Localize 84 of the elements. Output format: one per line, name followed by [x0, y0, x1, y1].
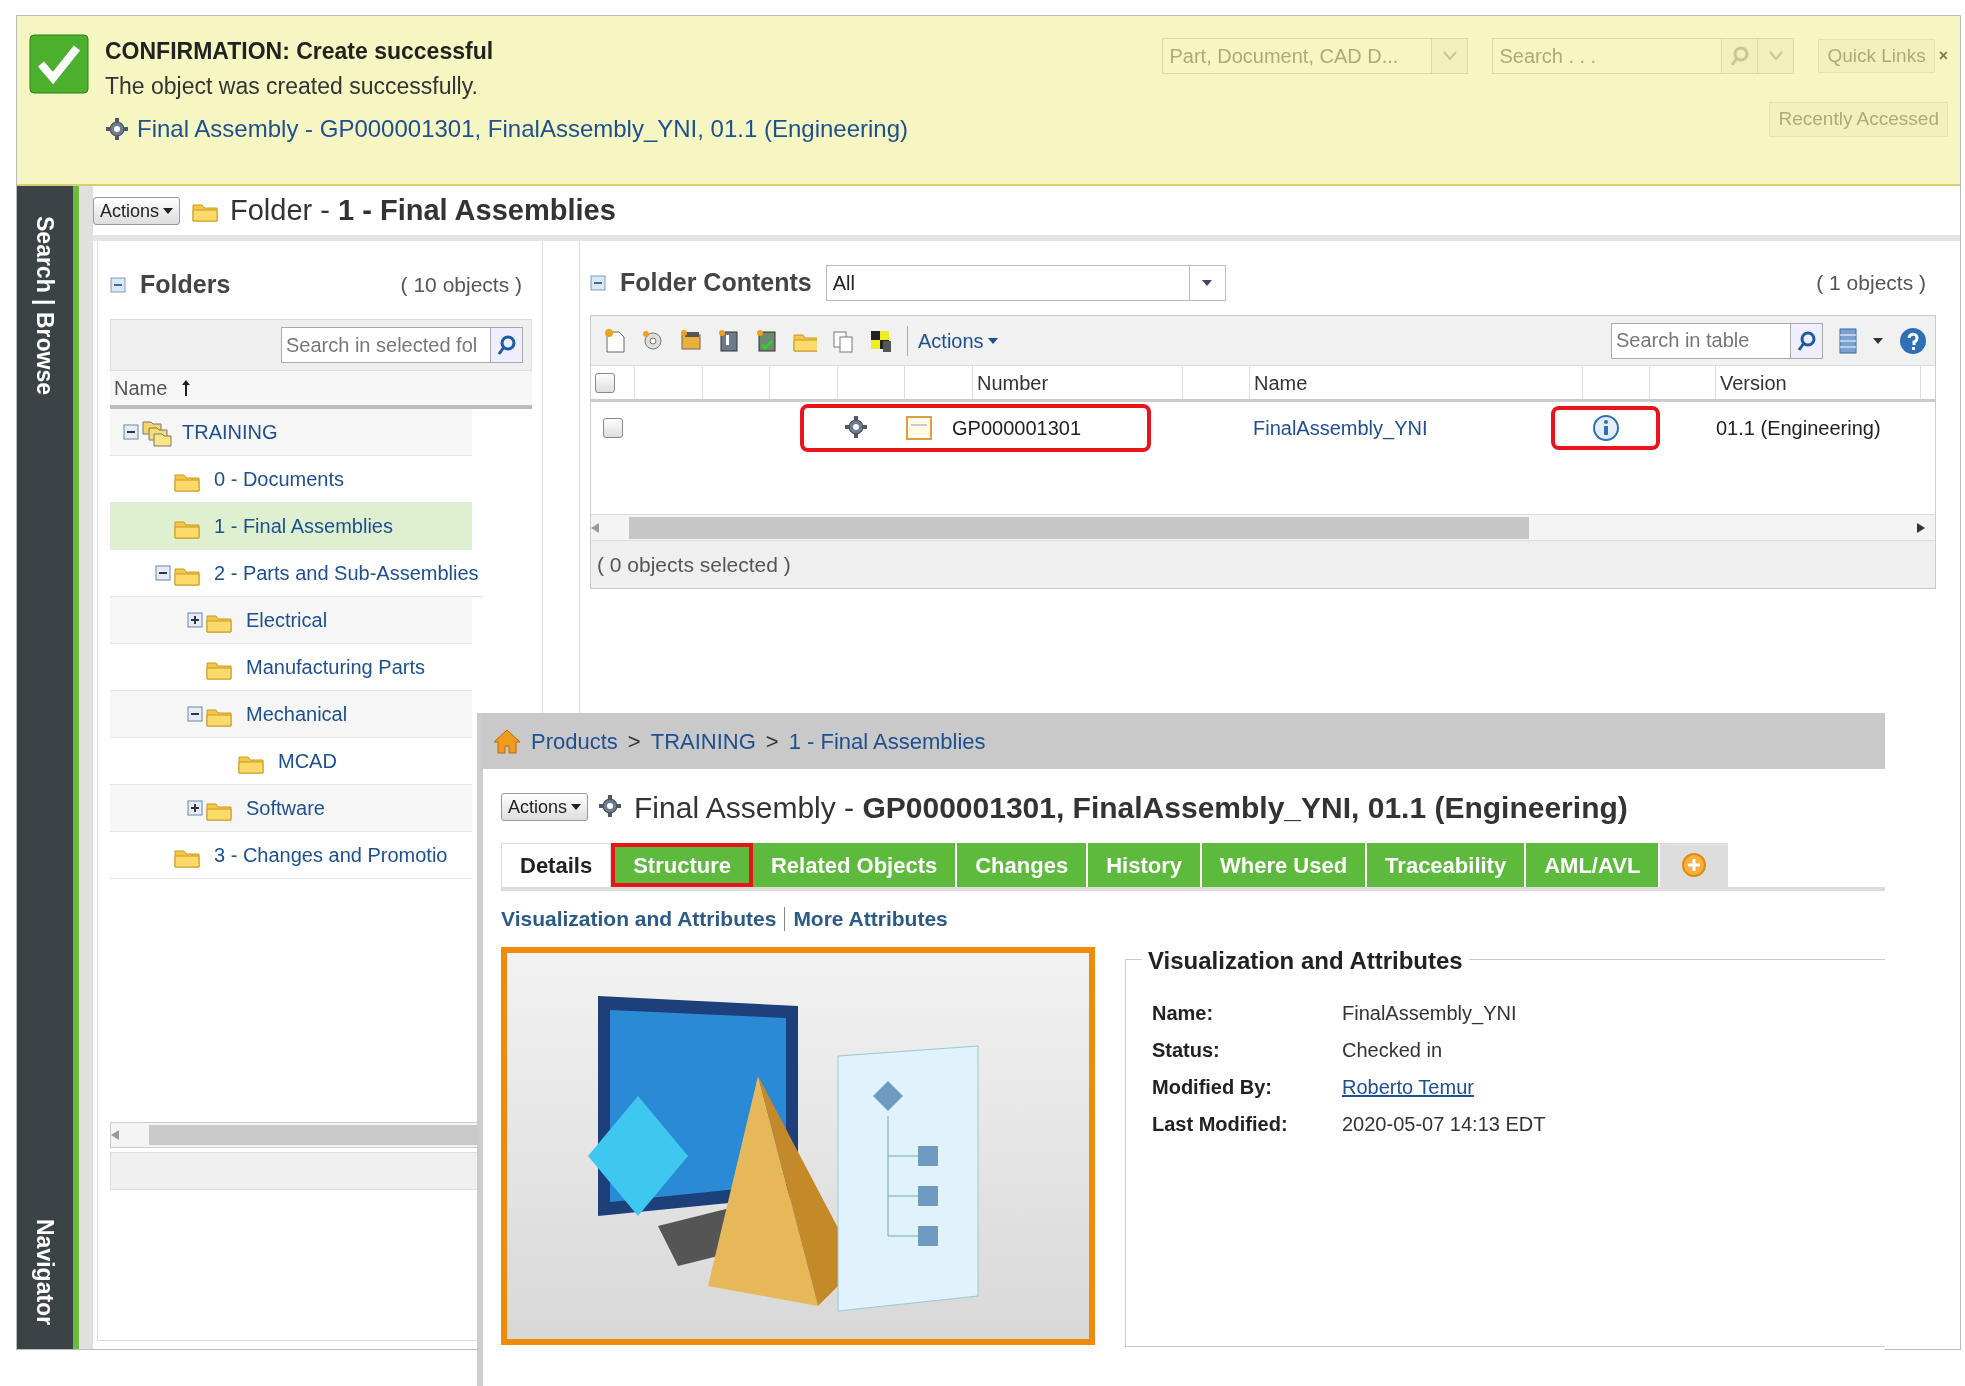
- column-header[interactable]: Name: [114, 373, 168, 403]
- breadcrumb-link[interactable]: TRAINING: [650, 724, 756, 758]
- search-icon: [1728, 45, 1751, 67]
- left-arrow-icon: [111, 1130, 119, 1140]
- actions-button[interactable]: Actions: [93, 196, 181, 225]
- breadcrumb-separator: >: [627, 727, 641, 756]
- help-icon[interactable]: [1899, 326, 1927, 355]
- tree-item[interactable]: Mechanical: [110, 691, 472, 738]
- new-document-icon[interactable]: [603, 328, 627, 353]
- confirmation-title: CONFIRMATION: Create successful: [105, 37, 495, 66]
- object-count: ( 1 objects ): [1816, 270, 1927, 297]
- page-title: Folder - 1 - Final Assemblies: [230, 192, 616, 228]
- column-header[interactable]: Number: [973, 366, 1183, 399]
- search-field[interactable]: Search in table: [1611, 322, 1791, 359]
- subtab-link[interactable]: Visualization and Attributes: [501, 903, 777, 935]
- side-tab[interactable]: Search | Browse: [27, 216, 63, 395]
- column-header[interactable]: Name: [1250, 366, 1583, 399]
- caret-icon: [571, 804, 582, 810]
- attribute-label: Last Modified:: [1152, 1111, 1289, 1137]
- panel-title: Folder Contents: [620, 267, 812, 299]
- column-list-icon[interactable]: [1839, 327, 1857, 354]
- object-title: Final Assembly - GP000001301, FinalAssembly_YNI, 01.1 (Engineering): [634, 789, 1628, 826]
- checkbox[interactable]: [603, 418, 623, 438]
- name-link[interactable]: FinalAssembly_YNI: [1253, 413, 1551, 443]
- checklist-icon[interactable]: [755, 328, 779, 353]
- breadcrumb-link[interactable]: Products: [531, 724, 618, 758]
- attribute-value: 2020-05-07 14:13 EDT: [1342, 1111, 1546, 1137]
- grid-icon[interactable]: [869, 328, 893, 353]
- confirmation-message: The object was created successfully.: [105, 71, 479, 101]
- search-field[interactable]: Search in selected fol: [281, 327, 491, 363]
- sort-arrow-icon: [181, 379, 192, 397]
- checkbox[interactable]: [595, 372, 615, 393]
- chevron-icon: [1441, 50, 1458, 62]
- actions-menu[interactable]: Actions: [907, 325, 998, 356]
- attribute-label: Modified By:: [1152, 1074, 1273, 1100]
- tree-item[interactable]: TRAINING: [110, 409, 472, 456]
- search-button[interactable]: [491, 327, 523, 363]
- stacked-folders-icon: [142, 419, 172, 448]
- scrollbar[interactable]: [591, 514, 1935, 540]
- search-button[interactable]: [1791, 322, 1823, 359]
- chevron-icon: [1767, 50, 1784, 62]
- checkmark-icon: [29, 34, 89, 94]
- object-count: ( 10 objects ): [400, 272, 523, 299]
- breadcrumb-separator: >: [765, 727, 779, 756]
- caret-icon: [1202, 280, 1213, 286]
- tree-item[interactable]: Software: [110, 785, 472, 832]
- tree-item[interactable]: Electrical: [110, 597, 472, 644]
- selection-status: ( 0 objects selected ): [591, 540, 1935, 588]
- attribute-label: Status:: [1152, 1037, 1221, 1063]
- column-header[interactable]: Version: [1716, 366, 1921, 399]
- expand-icon[interactable]: [187, 800, 203, 816]
- tab[interactable]: Details: [501, 843, 612, 887]
- side-tab[interactable]: Navigator: [27, 1218, 63, 1325]
- table-cell-text: 01.1 (Engineering): [1716, 416, 1881, 441]
- search-icon: [495, 334, 518, 356]
- collapse-icon[interactable]: [187, 706, 203, 722]
- close-button[interactable]: ×: [1938, 44, 1948, 68]
- collapse-icon[interactable]: [155, 565, 171, 581]
- search-field[interactable]: Search . . .: [1492, 38, 1723, 74]
- caret-icon: [987, 337, 998, 344]
- breadcrumb-link[interactable]: 1 - Final Assemblies: [788, 724, 986, 758]
- plus-circle-icon: [1681, 852, 1708, 878]
- left-arrow-icon: [591, 522, 599, 533]
- info-icon[interactable]: [1592, 415, 1619, 441]
- attribute-value: Checked in: [1342, 1037, 1443, 1063]
- collapse-icon[interactable]: [123, 424, 139, 440]
- table-cell-text: GP000001301: [952, 416, 1081, 441]
- tree-item[interactable]: 1 - Final Assemblies: [110, 503, 472, 550]
- expand-icon[interactable]: [187, 612, 203, 628]
- caret-icon: [163, 207, 174, 214]
- view-dropdown[interactable]: All: [825, 265, 1226, 301]
- subtab-link[interactable]: More Attributes: [793, 903, 948, 935]
- add-tab-button[interactable]: [1660, 843, 1729, 887]
- object-link[interactable]: Final Assembly - GP000001301, FinalAssembly_YNI, 01.1 (Engineering): [137, 111, 909, 147]
- actions-button[interactable]: Actions: [501, 793, 589, 821]
- tree-item[interactable]: 3 - Changes and Promotio: [110, 832, 472, 879]
- right-arrow-icon: [1917, 522, 1925, 533]
- panel-title: Folders: [140, 269, 231, 301]
- document-icon: [906, 415, 932, 441]
- caret-icon[interactable]: [1873, 337, 1883, 344]
- search-icon: [1795, 329, 1818, 352]
- attribute-link[interactable]: Roberto Temur: [1342, 1071, 1474, 1102]
- attribute-value: FinalAssembly_YNI: [1342, 1000, 1517, 1027]
- attribute-label: Name:: [1152, 1000, 1215, 1026]
